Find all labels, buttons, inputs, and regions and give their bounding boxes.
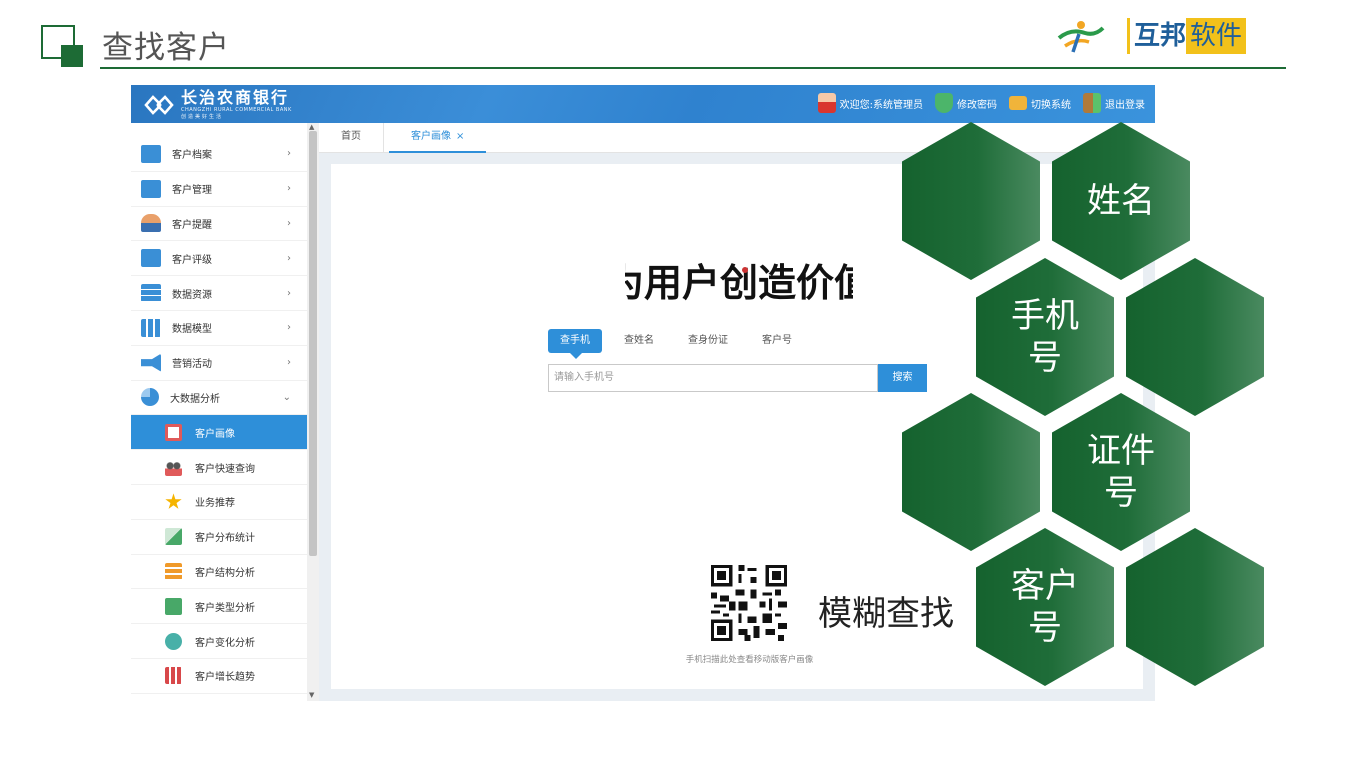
shield-icon <box>935 93 953 113</box>
scrollbar-thumb[interactable] <box>309 131 317 556</box>
sidebar-item-big-data[interactable]: 大数据分析 ⌄ <box>131 381 307 416</box>
megaphone-icon <box>141 353 161 372</box>
search-input[interactable]: 请输入手机号 <box>548 364 878 392</box>
user-actions: 欢迎您:系统管理员 修改密码 切换系统 退出登录 <box>806 93 1145 113</box>
sidebar-subitem-quick-query[interactable]: 客户快速查询 <box>131 450 307 485</box>
app-topbar: 长治农商银行 CHANGZHI RURAL COMMERCIAL BANK 创造… <box>131 85 1155 123</box>
scroll-down-icon[interactable]: ▼ <box>309 691 314 699</box>
brand-name-left: 互邦 <box>1127 18 1186 54</box>
bank-logo[interactable]: 长治农商银行 CHANGZHI RURAL COMMERCIAL BANK 创造… <box>143 89 292 120</box>
brand-name-right: 软件 <box>1186 18 1247 54</box>
sidebar-menu: 客户档案 › 客户管理 › 客户提醒 › 客户评级 › 数据资源 › 数据模型 › <box>131 123 307 701</box>
logout-button[interactable]: 退出登录 <box>1083 93 1145 113</box>
tab-search-name[interactable]: 查姓名 <box>624 329 654 353</box>
tab-bar: 首页 客户画像 × <box>319 123 1155 153</box>
close-icon[interactable]: × <box>456 131 464 142</box>
tab-search-id-card[interactable]: 查身份证 <box>688 329 728 353</box>
bank-emblem-icon <box>144 94 174 115</box>
brand-logo: 互邦 软件 <box>1055 14 1247 58</box>
portrait-icon <box>165 423 182 441</box>
switch-icon <box>1009 96 1027 110</box>
group-icon <box>165 458 182 476</box>
profile-icon <box>141 144 161 163</box>
sidebar-item-reminder[interactable]: 客户提醒 › <box>131 207 307 242</box>
sidebar-subitem-distribution[interactable]: 客户分布统计 <box>131 520 307 555</box>
brand-mark-icon <box>1057 21 1105 53</box>
type-icon <box>165 597 182 615</box>
sidebar-subitem-change[interactable]: 客户变化分析 <box>131 624 307 659</box>
title-square-icon <box>41 25 83 67</box>
sidebar-subitem-portrait[interactable]: 客户画像 <box>131 415 307 451</box>
sidebar-item-data-resources[interactable]: 数据资源 › <box>131 276 307 311</box>
person-icon <box>141 214 161 233</box>
sidebar-item-profile[interactable]: 客户档案 › <box>131 137 307 172</box>
tab-search-phone[interactable]: 查手机 <box>548 329 602 359</box>
search-button[interactable]: 搜索 <box>878 364 927 392</box>
structure-icon <box>165 562 182 580</box>
tab-search-customer-no[interactable]: 客户号 <box>762 329 792 353</box>
user-icon <box>817 93 836 113</box>
scroll-up-icon[interactable]: ▲ <box>309 123 314 131</box>
sidebar-scrollbar[interactable]: ▲ ▼ <box>307 123 319 701</box>
bar-chart-icon <box>141 318 161 337</box>
bank-slogan: 创造美好生活 <box>181 114 224 120</box>
title-divider <box>100 67 1286 69</box>
chevron-right-icon: › <box>287 357 291 369</box>
search-type-tabs: 查手机 查姓名 查身份证 客户号 <box>548 329 826 359</box>
welcome-user[interactable]: 欢迎您:系统管理员 <box>817 93 923 113</box>
sidebar-item-management[interactable]: 客户管理 › <box>131 172 307 207</box>
chevron-down-icon: ⌄ <box>282 391 291 403</box>
chevron-right-icon: › <box>287 148 291 160</box>
chevron-right-icon: › <box>287 252 291 264</box>
rating-icon <box>141 249 161 268</box>
bank-name-en: CHANGZHI RURAL COMMERCIAL BANK <box>181 107 292 113</box>
change-password-button[interactable]: 修改密码 <box>935 93 997 113</box>
sidebar-subitem-type[interactable]: 客户类型分析 <box>131 589 307 625</box>
wave-icon <box>165 632 182 650</box>
growth-icon <box>165 667 182 685</box>
star-icon <box>165 493 182 509</box>
chevron-right-icon: › <box>287 287 291 299</box>
sidebar-item-marketing[interactable]: 营销活动 › <box>131 346 307 381</box>
qr-caption: 手机扫描此处查看移动版客户画像 <box>685 655 814 665</box>
qr-code-icon <box>711 565 787 641</box>
sidebar-subitem-structure[interactable]: 客户结构分析 <box>131 555 307 590</box>
tab-customer-portrait[interactable]: 客户画像 × <box>389 123 487 153</box>
slide: 查找客户 互邦 软件 长治农商银行 CHANGZHI RURAL COMMERC… <box>0 0 1350 759</box>
tab-home[interactable]: 首页 <box>319 123 384 153</box>
database-icon <box>141 284 161 303</box>
calligraphy-slogan: 为用户创造价值 <box>625 260 853 305</box>
chevron-right-icon: › <box>287 183 291 195</box>
bank-name: 长治农商银行 <box>181 88 290 107</box>
sidebar-subitem-recommend[interactable]: 业务推荐 <box>131 485 307 520</box>
switch-system-button[interactable]: 切换系统 <box>1009 96 1071 111</box>
logout-icon <box>1083 93 1101 113</box>
fuzzy-search-label: 模糊查找 <box>818 594 954 634</box>
contacts-icon <box>141 179 161 198</box>
sidebar-item-rating[interactable]: 客户评级 › <box>131 241 307 277</box>
chevron-right-icon: › <box>287 322 291 334</box>
sidebar-item-data-model[interactable]: 数据模型 › <box>131 311 307 346</box>
sidebar-subitem-growth[interactable]: 客户增长趋势 <box>131 659 307 694</box>
pie-chart-icon <box>141 388 159 407</box>
slide-title: 查找客户 <box>102 30 230 66</box>
map-icon <box>165 528 182 546</box>
svg-text:为用户创造价值: 为用户创造价值 <box>625 260 853 305</box>
chevron-right-icon: › <box>287 217 291 229</box>
